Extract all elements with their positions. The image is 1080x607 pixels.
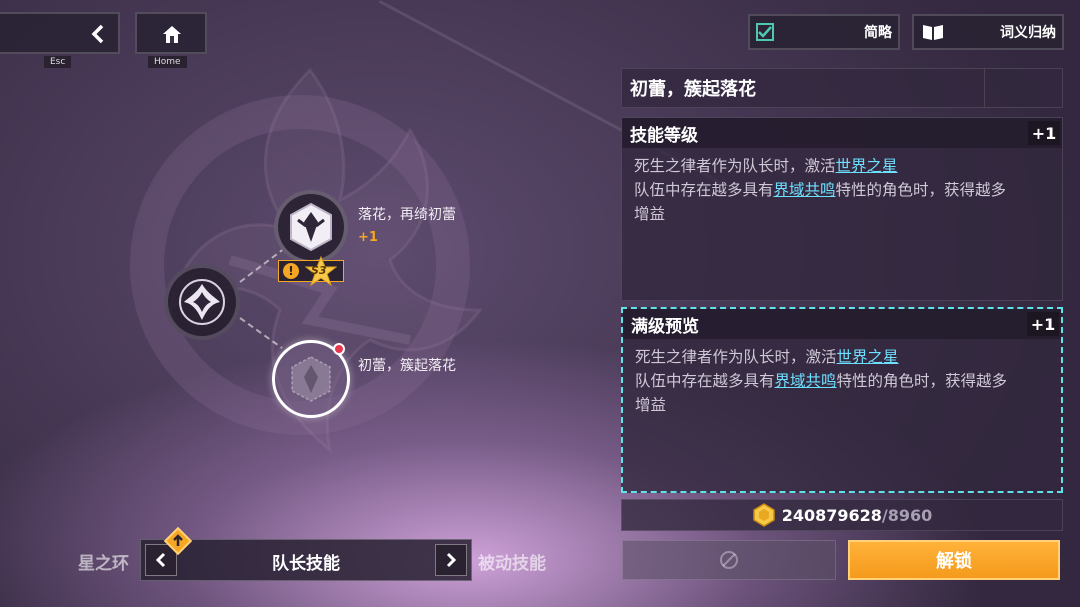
brief-toggle[interactable]: 简略 — [748, 14, 900, 50]
new-indicator-dot — [333, 343, 345, 355]
unlock-label: 解锁 — [936, 551, 972, 572]
node-1-bonus: +1 — [358, 230, 378, 245]
title-bar-slot — [984, 69, 1062, 107]
switch-next-button[interactable] — [435, 544, 467, 576]
max-level-preview-panel: 满级预览 +1 死生之律者作为队长时，激活世界之星 队伍中存在越多具有界域共鸣特… — [621, 307, 1063, 493]
skill-title: 初蕾，簇起落花 — [630, 79, 756, 100]
node-2-label: 初蕾，簇起落花 — [358, 358, 456, 374]
desc-text: 特性的角色时，获得越多 — [835, 181, 1007, 199]
skill-type-switcher: 队长技能 — [140, 539, 472, 581]
tab-passive-skill[interactable]: 被动技能 — [478, 549, 546, 574]
coin-owned: 240879628 — [781, 505, 882, 525]
desc-text: 特性的角色时，获得越多 — [836, 372, 1008, 390]
max-level-heading: 满级预览 — [631, 316, 699, 337]
book-icon — [923, 25, 943, 40]
tab-star-ring[interactable]: 星之环 — [78, 549, 129, 574]
skill-level-header: 技能等级 +1 — [622, 118, 1062, 148]
skill-title-bar: 初蕾，簇起落花 — [621, 68, 1063, 108]
skill-level-panel: 技能等级 +1 死生之律者作为队长时，激活世界之星 队伍中存在越多具有界域共鸣特… — [621, 117, 1063, 301]
skill-node-1[interactable] — [274, 190, 348, 264]
world-star-link[interactable]: 世界之星 — [837, 348, 899, 366]
checkbox-checked-icon — [756, 23, 774, 41]
max-level-header: 满级预览 +1 — [623, 309, 1061, 339]
desc-text: 增益 — [634, 205, 666, 223]
node-1-badge: ! S3 — [278, 256, 344, 286]
desc-text: 死生之律者作为队长时，激活 — [635, 348, 837, 366]
max-level-description: 死生之律者作为队长时，激活世界之星 队伍中存在越多具有界域共鸣特性的角色时，获得… — [623, 339, 1061, 417]
desc-text: 队伍中存在越多具有 — [634, 181, 774, 199]
brief-label: 简略 — [864, 25, 892, 41]
coin-required: /8960 — [881, 505, 933, 525]
alert-icon: ! — [283, 263, 299, 279]
current-skill-type: 队长技能 — [272, 554, 340, 574]
rank-badge-text: S3 — [311, 264, 327, 277]
node-1-label: 落花，再绮初蕾 — [358, 207, 456, 223]
chevron-right-icon — [446, 552, 457, 568]
coin-icon — [752, 503, 775, 527]
cost-bar: 240879628 /8960 — [621, 499, 1063, 531]
skill-level-description: 死生之律者作为队长时，激活世界之星 队伍中存在越多具有界域共鸣特性的角色时，获得… — [622, 148, 1062, 226]
node-connectors — [239, 247, 286, 349]
skill-level-value: +1 — [1028, 121, 1060, 145]
desc-text: 增益 — [635, 396, 667, 414]
flame-emblem-icon — [179, 279, 225, 325]
realm-resonance-link[interactable]: 界域共鸣 — [774, 181, 836, 199]
locked-hexagon-icon — [291, 356, 331, 402]
disabled-action-button[interactable] — [622, 540, 836, 580]
desc-text: 死生之律者作为队长时，激活 — [634, 157, 836, 175]
skill-level-heading: 技能等级 — [630, 125, 698, 146]
realm-resonance-link[interactable]: 界域共鸣 — [775, 372, 837, 390]
world-star-link[interactable]: 世界之星 — [836, 157, 898, 175]
max-level-value: +1 — [1027, 312, 1059, 336]
desc-text: 队伍中存在越多具有 — [635, 372, 775, 390]
glossary-button[interactable]: 词义归纳 — [912, 14, 1064, 50]
glossary-label: 词义归纳 — [1000, 25, 1056, 41]
prohibited-icon — [720, 551, 738, 569]
unlock-button[interactable]: 解锁 — [848, 540, 1060, 580]
root-skill-node[interactable] — [164, 264, 240, 340]
hexagon-gem-icon — [290, 202, 332, 252]
